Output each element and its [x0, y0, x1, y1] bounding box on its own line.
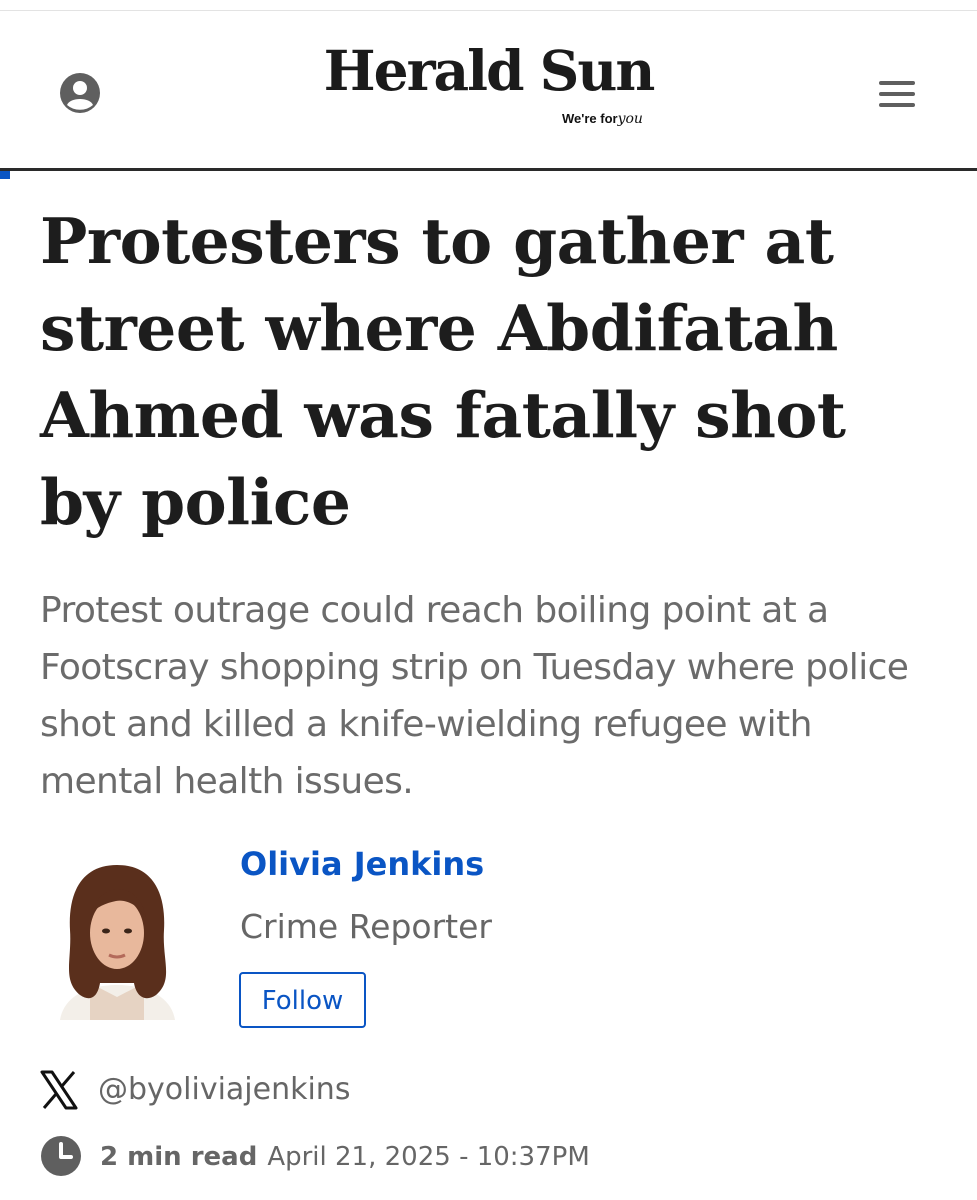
author-photo — [60, 865, 175, 1020]
article-standfirst: Protest outrage could reach boiling poin… — [40, 590, 909, 802]
account-button[interactable] — [58, 71, 102, 115]
author-x-handle[interactable]: @byoliviajenkins — [98, 1070, 350, 1110]
read-time: 2 min read — [100, 1142, 258, 1172]
author-avatar[interactable] — [50, 855, 185, 1020]
x-icon — [40, 1070, 78, 1110]
header-divider — [0, 168, 977, 171]
tagline: We're foryou — [562, 111, 643, 127]
site-header: Herald Sun We're foryou — [0, 11, 977, 168]
menu-icon — [879, 81, 915, 107]
site-logo: Herald Sun — [323, 38, 656, 103]
clock-icon — [40, 1135, 82, 1177]
tagline-prefix: We're for — [562, 111, 618, 126]
x-social-icon[interactable] — [40, 1070, 78, 1110]
author-name-link[interactable]: Olivia Jenkins — [240, 842, 484, 886]
follow-button[interactable]: Follow — [239, 972, 366, 1028]
tagline-suffix: you — [617, 111, 643, 127]
article-headline: Protesters to gather at street where Abd… — [40, 204, 846, 539]
publish-date: April 21, 2025 - 10:37PM — [267, 1142, 590, 1172]
masthead[interactable]: Herald Sun We're foryou — [300, 38, 677, 128]
reading-progress-bar — [0, 171, 10, 179]
account-icon — [60, 73, 100, 113]
menu-button[interactable] — [876, 74, 920, 118]
article-meta: 2 min read April 21, 2025 - 10:37PM — [100, 1138, 590, 1176]
author-role: Crime Reporter — [240, 907, 492, 946]
